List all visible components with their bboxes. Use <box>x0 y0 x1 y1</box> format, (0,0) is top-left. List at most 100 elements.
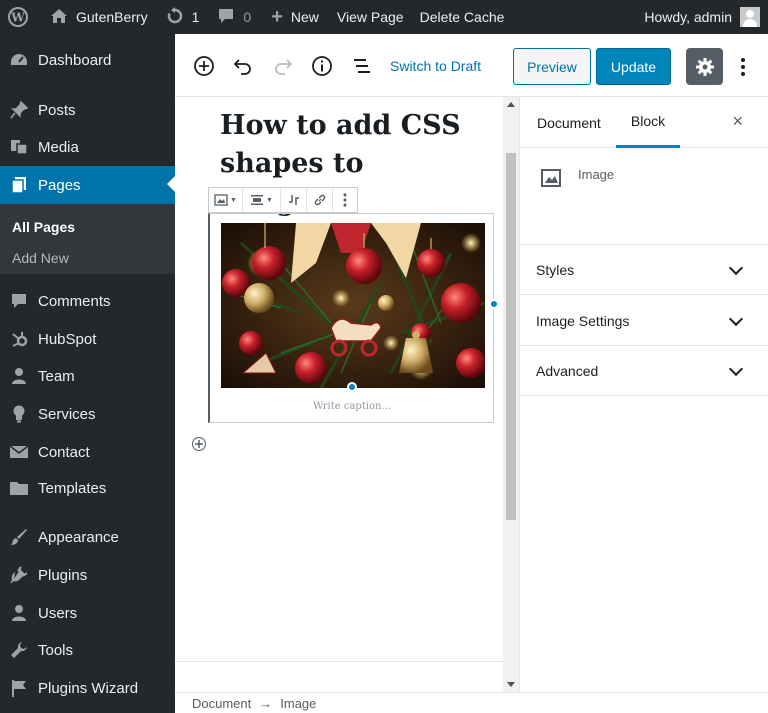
replace-icon <box>288 195 299 205</box>
site-name-link[interactable]: GutenBerry <box>42 0 156 34</box>
info-button[interactable] <box>310 34 334 97</box>
account-menu[interactable]: Howdy, admin <box>636 0 768 34</box>
pages-icon <box>0 176 38 194</box>
vertical-ellipsis-icon <box>343 193 347 207</box>
submenu-add-new[interactable]: Add New <box>12 250 69 266</box>
preview-button[interactable]: Preview <box>513 48 591 85</box>
sidebar-item-services[interactable]: Services <box>0 396 175 432</box>
breadcrumb-document[interactable]: Document <box>192 696 251 711</box>
hubspot-icon <box>0 330 38 348</box>
redo-button[interactable] <box>271 34 295 97</box>
image-block[interactable]: Write caption... <box>208 213 499 423</box>
christmas-ornaments-image[interactable] <box>221 223 485 388</box>
settings-button[interactable] <box>686 48 723 85</box>
caption-placeholder[interactable]: Write caption... <box>210 401 494 412</box>
sidebar-label: Contact <box>38 443 90 461</box>
pin-icon <box>0 101 38 119</box>
sidebar-item-posts[interactable]: Posts <box>0 92 175 128</box>
settings-tabs: Document Block × <box>520 97 768 148</box>
outline-button[interactable] <box>350 34 374 97</box>
sidebar-label: Services <box>38 405 96 423</box>
block-toolbar: ▼ ▼ <box>208 187 358 213</box>
image-icon <box>214 194 228 206</box>
panel-image-settings[interactable]: Image Settings <box>520 296 768 346</box>
inline-add-block-button[interactable] <box>192 437 206 451</box>
sidebar-label: Appearance <box>38 528 119 546</box>
close-icon[interactable]: × <box>732 111 743 132</box>
panel-title: Styles <box>536 261 575 278</box>
sidebar-item-pages[interactable]: Pages <box>0 166 175 204</box>
sidebar-item-templates[interactable]: Templates <box>0 470 175 506</box>
sidebar-label: Dashboard <box>38 51 112 69</box>
sidebar-item-dashboard[interactable]: Dashboard <box>0 42 175 78</box>
panel-styles[interactable]: Styles <box>520 245 768 295</box>
scroll-down-arrow-icon[interactable] <box>507 682 515 687</box>
sidebar-label: Media <box>38 138 79 156</box>
update-button[interactable]: Update <box>596 48 671 85</box>
sidebar-item-plugins-wizard[interactable]: Plugins Wizard <box>0 670 175 706</box>
sidebar-label: HubSpot <box>38 330 97 348</box>
block-more-options[interactable] <box>333 188 357 212</box>
sidebar-item-plugins[interactable]: Plugins <box>0 557 175 593</box>
undo-button[interactable] <box>231 34 255 97</box>
sidebar-item-contact[interactable]: Contact <box>0 434 175 470</box>
block-card: Image <box>520 148 768 245</box>
block-name: Image <box>578 167 615 182</box>
sidebar-label: Team <box>38 367 75 385</box>
chevron-down-icon <box>728 260 744 276</box>
sidebar-item-tools[interactable]: Tools <box>0 632 175 668</box>
breadcrumb-arrow: → <box>259 695 273 711</box>
block-type-switcher[interactable]: ▼ <box>209 188 243 212</box>
editor-scrollbar[interactable] <box>503 97 519 692</box>
tab-document[interactable]: Document <box>537 97 601 148</box>
new-content-link[interactable]: + New <box>259 0 327 34</box>
comment-icon <box>0 293 38 309</box>
sidebar-label: Plugins Wizard <box>38 679 139 697</box>
switch-to-draft-button[interactable]: Switch to Draft <box>390 34 481 97</box>
comments-count: 0 <box>243 9 252 25</box>
folder-icon <box>0 480 38 496</box>
add-block-button[interactable] <box>192 34 216 97</box>
person-icon <box>0 367 38 385</box>
comments-link[interactable]: 0 <box>207 0 259 34</box>
sidebar-item-users[interactable]: Users <box>0 595 175 631</box>
dashboard-icon <box>0 51 38 69</box>
wordpress-logo-icon[interactable]: W <box>0 0 42 34</box>
more-options-button[interactable] <box>735 48 751 85</box>
panel-advanced[interactable]: Advanced <box>520 346 768 396</box>
resize-handle-bottom[interactable] <box>347 382 357 392</box>
caret-down-icon: ▼ <box>230 196 237 204</box>
submenu-all-pages[interactable]: All Pages <box>12 219 75 235</box>
caret-down-icon: ▼ <box>266 196 273 204</box>
svg-text:W: W <box>10 11 25 25</box>
scroll-up-arrow-icon[interactable] <box>507 102 515 107</box>
howdy-text: Howdy, admin <box>644 9 732 25</box>
vertical-ellipsis-icon <box>741 57 745 76</box>
insert-link-button[interactable] <box>307 188 333 212</box>
updates-link[interactable]: 1 <box>156 0 208 34</box>
breadcrumb-image[interactable]: Image <box>280 696 316 711</box>
sidebar-item-comments[interactable]: Comments <box>0 283 175 319</box>
home-icon <box>50 8 68 27</box>
replace-image-button[interactable] <box>281 188 307 212</box>
link-icon <box>314 194 325 206</box>
refresh-icon <box>166 6 184 28</box>
delete-cache-link[interactable]: Delete Cache <box>412 0 513 34</box>
sidebar-label: Users <box>38 604 78 622</box>
editor-canvas: How to add CSS shapes to images ▼ ▼ <box>175 97 503 692</box>
scroll-thumb[interactable] <box>506 153 516 520</box>
sidebar-item-media[interactable]: Media <box>0 129 175 165</box>
sidebar-item-appearance[interactable]: Appearance <box>0 519 175 555</box>
flag-icon <box>0 679 38 697</box>
align-center-icon <box>251 195 264 205</box>
sidebar-label: Posts <box>38 101 76 119</box>
sidebar-label: Comments <box>38 292 111 310</box>
resize-handle-right[interactable] <box>489 299 499 309</box>
view-page-link[interactable]: View Page <box>327 0 412 34</box>
plus-icon <box>195 440 203 448</box>
tab-block[interactable]: Block <box>616 97 680 148</box>
align-control[interactable]: ▼ <box>243 188 281 212</box>
sidebar-item-team[interactable]: Team <box>0 358 175 394</box>
new-label: New <box>290 9 319 25</box>
sidebar-item-hubspot[interactable]: HubSpot <box>0 321 175 357</box>
